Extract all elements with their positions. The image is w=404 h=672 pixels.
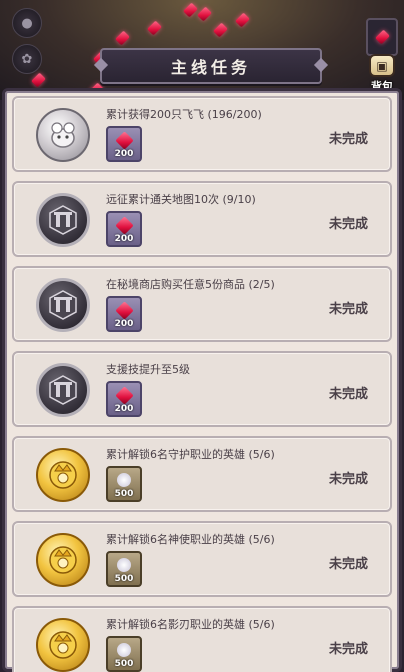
task-title: 支援技提升至5级 bbox=[106, 363, 190, 376]
reward-item[interactable]: 500 bbox=[106, 466, 142, 502]
task-row[interactable]: 支援技提升至5级 200 未完成 bbox=[12, 351, 392, 427]
task-status: 未完成 bbox=[328, 387, 368, 402]
reward-amount: 200 bbox=[114, 234, 134, 244]
task-title: 累计解锁6名守护职业的英雄 (5/6) bbox=[106, 448, 275, 461]
expedition-icon bbox=[36, 193, 90, 247]
gem-icon bbox=[115, 131, 134, 150]
coin-icon bbox=[117, 473, 131, 487]
task-row[interactable]: 累计获得200只飞飞 (196/200) 200 未完成 bbox=[12, 96, 392, 172]
side-menu-button[interactable]: ✿ bbox=[12, 44, 42, 74]
panel-title-bar: 主线任务 bbox=[100, 48, 322, 84]
task-row[interactable]: 累计解锁6名守护职业的英雄 (5/6) 500 未完成 bbox=[12, 436, 392, 512]
task-status: 未完成 bbox=[328, 217, 368, 232]
feifei-icon bbox=[36, 108, 90, 162]
task-title: 累计解锁6名神使职业的英雄 (5/6) bbox=[106, 533, 275, 546]
coin-icon bbox=[117, 558, 131, 572]
reward-item[interactable]: 500 bbox=[106, 551, 142, 587]
task-row[interactable]: 累计解锁6名影刃职业的英雄 (5/6) 500 未完成 bbox=[12, 606, 392, 672]
coin-icon bbox=[117, 643, 131, 657]
task-status: 未完成 bbox=[328, 132, 368, 147]
gem-icon bbox=[115, 301, 134, 320]
task-list: 累计获得200只飞飞 (196/200) 200 未完成 远征累计通关地图10次… bbox=[12, 96, 392, 672]
reward-item[interactable]: 200 bbox=[106, 296, 142, 332]
task-row[interactable]: 远征累计通关地图10次 (9/10) 200 未完成 bbox=[12, 181, 392, 257]
gem-icon bbox=[115, 216, 134, 235]
task-title: 远征累计通关地图10次 (9/10) bbox=[106, 193, 256, 206]
backpack-icon: ▣ bbox=[369, 54, 395, 77]
task-status: 未完成 bbox=[328, 642, 368, 657]
task-title: 累计解锁6名影刃职业的英雄 (5/6) bbox=[106, 618, 275, 631]
shop-icon bbox=[36, 278, 90, 332]
gem-icon bbox=[374, 29, 390, 45]
reward-amount: 200 bbox=[114, 319, 134, 329]
reward-amount: 200 bbox=[114, 149, 134, 159]
task-row[interactable]: 累计解锁6名神使职业的英雄 (5/6) 500 未完成 bbox=[12, 521, 392, 597]
reward-item[interactable]: 200 bbox=[106, 381, 142, 417]
apostle-class-icon bbox=[36, 533, 90, 587]
gem-icon bbox=[115, 386, 134, 405]
page-title: 主线任务 bbox=[170, 58, 251, 77]
reward-amount: 500 bbox=[114, 574, 134, 584]
task-title: 累计获得200只飞飞 (196/200) bbox=[106, 108, 262, 121]
reward-amount: 500 bbox=[114, 489, 134, 499]
task-row[interactable]: 在秘境商店购买任意5份商品 (2/5) 200 未完成 bbox=[12, 266, 392, 342]
reward-amount: 200 bbox=[114, 404, 134, 414]
paw-icon: ✿ bbox=[21, 51, 33, 67]
users-icon: ● bbox=[21, 15, 33, 31]
task-status: 未完成 bbox=[328, 557, 368, 572]
top-right-card[interactable] bbox=[366, 18, 398, 56]
reward-amount: 500 bbox=[114, 659, 134, 669]
reward-item[interactable]: 200 bbox=[106, 211, 142, 247]
task-status: 未完成 bbox=[328, 302, 368, 317]
guardian-class-icon bbox=[36, 448, 90, 502]
reward-item[interactable]: 500 bbox=[106, 636, 142, 672]
reward-item[interactable]: 200 bbox=[106, 126, 142, 162]
task-title: 在秘境商店购买任意5份商品 (2/5) bbox=[106, 278, 275, 291]
task-status: 未完成 bbox=[328, 472, 368, 487]
support-skill-icon bbox=[36, 363, 90, 417]
side-menu-button[interactable]: ● bbox=[12, 8, 42, 38]
shadowblade-class-icon bbox=[36, 618, 90, 672]
